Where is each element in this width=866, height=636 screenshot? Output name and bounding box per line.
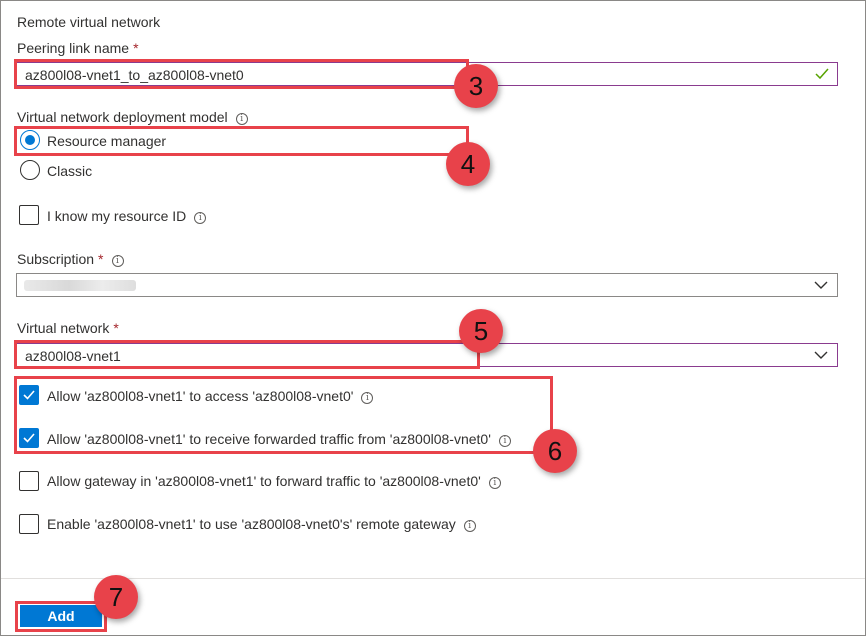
panel-frame (0, 0, 866, 636)
chevron-down-icon (814, 351, 828, 359)
subscription-label-text: Subscription (17, 251, 95, 267)
callout-box-5 (14, 340, 480, 369)
remote-gateway-label: Enable 'az800l08-vnet1' to use 'az800l08… (47, 516, 476, 532)
callout-box-7 (15, 601, 107, 632)
virtual-network-label: Virtual network * (17, 320, 119, 336)
allow-gateway-label: Allow gateway in 'az800l08-vnet1' to for… (47, 473, 501, 489)
resource-id-label: I know my resource ID i (47, 208, 207, 224)
required-mark: * (113, 320, 119, 336)
step-badge-5: 5 (459, 309, 503, 353)
info-circle-icon[interactable]: i (111, 255, 124, 267)
callout-box-4 (14, 126, 469, 156)
footer-divider (1, 578, 865, 579)
radio-classic-label: Classic (47, 163, 93, 179)
info-circle-icon[interactable]: i (235, 113, 248, 125)
required-mark: * (133, 40, 139, 56)
allow-gateway-checkbox[interactable] (19, 471, 39, 491)
remote-gateway-label-text: Enable 'az800l08-vnet1' to use 'az800l08… (47, 516, 456, 532)
step-badge-3: 3 (454, 64, 498, 108)
step-badge-7: 7 (94, 575, 138, 619)
resource-id-label-text: I know my resource ID (47, 208, 187, 224)
peering-link-label-text: Peering link name (17, 40, 130, 56)
remote-gateway-checkbox[interactable] (19, 514, 39, 534)
checkmark-icon (815, 68, 829, 80)
section-title: Remote virtual network (17, 14, 161, 30)
step-badge-4: 4 (446, 142, 490, 186)
subscription-label: Subscription * i (17, 251, 124, 267)
step-badge-6: 6 (533, 429, 577, 473)
info-circle-icon[interactable]: i (194, 212, 207, 224)
redacted-subscription (24, 280, 136, 291)
info-circle-icon[interactable]: i (488, 477, 501, 489)
subscription-dropdown[interactable] (16, 273, 838, 297)
radio-classic[interactable] (20, 160, 40, 180)
allow-gateway-label-text: Allow gateway in 'az800l08-vnet1' to for… (47, 473, 481, 489)
peering-link-label: Peering link name * (17, 40, 139, 56)
deployment-model-label-text: Virtual network deployment model (17, 109, 228, 125)
info-circle-icon[interactable]: i (463, 520, 476, 532)
chevron-down-icon (814, 281, 828, 289)
callout-box-6 (14, 376, 553, 454)
deployment-model-label: Virtual network deployment model i (17, 109, 248, 125)
virtual-network-label-text: Virtual network (17, 320, 110, 336)
callout-box-3 (14, 59, 469, 89)
required-mark: * (98, 251, 104, 267)
resource-id-checkbox[interactable] (19, 205, 39, 225)
